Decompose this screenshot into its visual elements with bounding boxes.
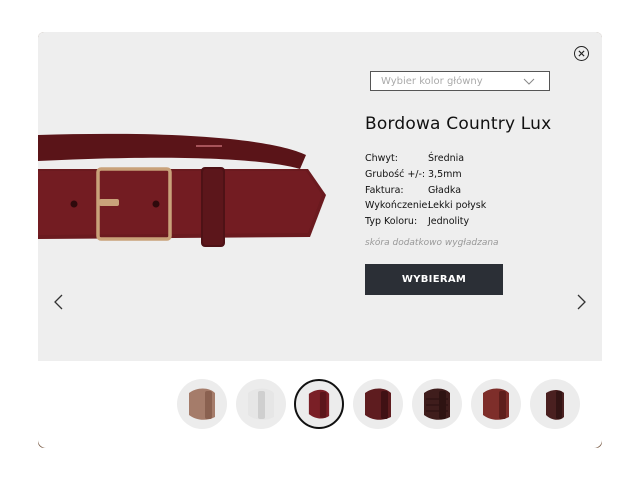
thumbnail-dark-burgundy[interactable] <box>353 379 403 429</box>
thumbnail-strip <box>177 379 589 431</box>
spec-label: Wykończenie: <box>365 200 431 212</box>
chevron-left-icon[interactable] <box>53 294 65 310</box>
spec-row-texture: Faktura: Gładka <box>365 185 565 201</box>
spec-label: Typ Koloru: <box>365 216 418 228</box>
spec-value: Gładka <box>428 184 462 196</box>
spec-row-finish: Wykończenie: Lekki połysk <box>365 200 565 216</box>
chevron-right-icon[interactable] <box>575 294 587 310</box>
thumbnail-burgundy-selected[interactable] <box>294 379 344 429</box>
spec-value: Jednolity <box>428 216 470 228</box>
belt-thumbnail-image <box>189 388 215 420</box>
spec-row-color-type: Typ Koloru: Jednolity <box>365 216 565 232</box>
belt-thumbnail-image <box>308 389 330 419</box>
product-specs: Chwyt: Średnia Grubość +/-: 3,5mm Faktur… <box>365 153 565 232</box>
spec-value: Średnia <box>428 153 465 164</box>
belt-thumbnail-image <box>546 390 564 420</box>
thumbnail-white[interactable] <box>236 379 286 429</box>
modal-main-panel: Wybier kolor główny Bordowa Country Lux … <box>38 32 602 361</box>
close-icon <box>578 50 585 57</box>
thumbnail-beige[interactable] <box>177 379 227 429</box>
spec-value: 3,5mm <box>428 168 462 180</box>
choose-button[interactable]: WYBIERAM <box>365 264 503 295</box>
product-note: skóra dodatkowo wygładzana <box>365 238 499 248</box>
product-modal: Wybier kolor główny Bordowa Country Lux … <box>38 32 602 448</box>
spec-row-thickness: Grubość +/-: 3,5mm <box>365 169 565 185</box>
product-title: Bordowa Country Lux <box>365 114 552 134</box>
belt-thumbnail-image <box>483 388 509 420</box>
thumbnail-dark-brown[interactable] <box>530 379 580 429</box>
belt-image <box>38 133 326 247</box>
thumbnail-croc-brown[interactable] <box>412 379 462 429</box>
close-button[interactable] <box>574 46 589 61</box>
chevron-down-icon <box>523 78 535 85</box>
belt-thumbnail-image <box>365 388 391 420</box>
spec-value: Lekki połysk <box>428 200 487 212</box>
spec-label: Faktura: <box>365 184 404 196</box>
color-select-dropdown[interactable]: Wybier kolor główny <box>370 71 550 91</box>
color-select-placeholder: Wybier kolor główny <box>381 75 483 87</box>
spec-label: Chwyt: <box>365 153 398 164</box>
spec-row-grip: Chwyt: Średnia <box>365 153 565 169</box>
thumbnail-brick[interactable] <box>471 379 521 429</box>
spec-label: Grubość +/-: <box>365 168 426 180</box>
belt-thumbnail-image <box>424 388 450 420</box>
belt-thumbnail-image <box>248 388 274 420</box>
